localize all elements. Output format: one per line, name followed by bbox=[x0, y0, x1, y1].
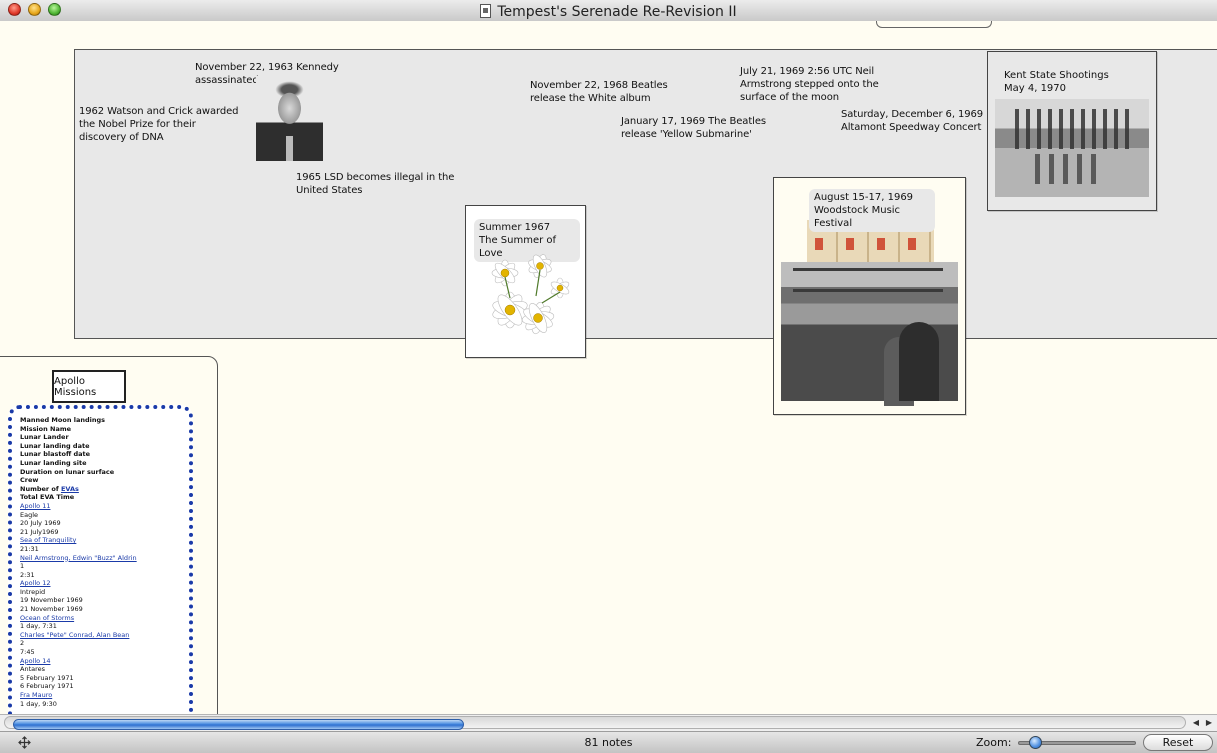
header-crew: Crew bbox=[20, 476, 39, 485]
header-number-evas: Number of EVAs bbox=[20, 485, 181, 494]
title-bar: Tempest's Serenade Re-Revision II bbox=[0, 0, 1217, 22]
apollo-row: Eagle bbox=[20, 510, 39, 519]
zoom-label: Zoom: bbox=[976, 736, 1012, 749]
offscreen-note-stub[interactable] bbox=[876, 21, 992, 28]
note-armstrong-moon[interactable]: July 21, 1969 2:56 UTC Neil Armstrong st… bbox=[740, 65, 879, 104]
arrow-right-icon[interactable]: ▶ bbox=[1203, 716, 1215, 729]
apollo-row: 21:31 bbox=[20, 544, 39, 553]
header-total-eva: Total EVA Time bbox=[20, 493, 75, 502]
header-lunar-lander: Lunar Lander bbox=[20, 433, 69, 442]
apollo-row: 1 day, 7:31 bbox=[20, 622, 57, 631]
apollo-row: 2 bbox=[20, 639, 25, 648]
apollo-row: 21 July1969 bbox=[20, 527, 59, 536]
apollo-row: 5 February 1971 bbox=[20, 673, 74, 682]
note-watson-crick[interactable]: 1962 Watson and Crick awarded the Nobel … bbox=[79, 105, 239, 144]
note-beatles-white-album[interactable]: November 22, 1968 Beatles release the Wh… bbox=[530, 79, 668, 105]
apollo-row[interactable]: Neil Armstrong, Edwin "Buzz" Aldrin bbox=[20, 554, 181, 563]
apollo-row: 20 July 1969 bbox=[20, 519, 61, 528]
apollo-row: 19 November 1969 bbox=[20, 596, 83, 605]
notes-canvas[interactable]: 1962 Watson and Crick awarded the Nobel … bbox=[0, 21, 1217, 714]
reset-button[interactable]: Reset bbox=[1143, 734, 1213, 751]
apollo-row[interactable]: Fra Mauro bbox=[20, 691, 181, 700]
apollo-missions-title[interactable]: Apollo Missions bbox=[52, 370, 126, 403]
status-bar: 81 notes Zoom: Reset bbox=[0, 731, 1217, 753]
evas-link[interactable]: EVAs bbox=[61, 485, 79, 493]
note-altamont[interactable]: Saturday, December 6, 1969 Altamont Spee… bbox=[841, 108, 983, 134]
daisies-image bbox=[491, 254, 570, 335]
kent-state-photo bbox=[995, 99, 1149, 197]
apollo-row: Antares bbox=[20, 665, 46, 674]
apollo-missions-table[interactable]: Manned Moon landings Mission Name Lunar … bbox=[8, 405, 193, 714]
apollo-row[interactable]: Ocean of Storms bbox=[20, 614, 181, 623]
apollo-row[interactable]: Apollo 11 bbox=[20, 502, 181, 511]
apollo-row: 1 day, 9:30 bbox=[20, 699, 57, 708]
note-beatles-yellow-submarine[interactable]: January 17, 1969 The Beatles release 'Ye… bbox=[621, 115, 766, 141]
apollo-row: 6 February 1971 bbox=[20, 682, 74, 691]
document-icon bbox=[480, 4, 492, 18]
arrow-left-icon[interactable]: ◀ bbox=[1190, 716, 1202, 729]
woodstock-card[interactable]: August 15-17, 1969 Woodstock Music Festi… bbox=[773, 177, 966, 415]
zoom-slider-knob[interactable] bbox=[1028, 736, 1042, 749]
horizontal-scrollbar[interactable]: ◀ ▶ bbox=[0, 714, 1217, 731]
apollo-row: 1 bbox=[20, 562, 25, 571]
apollo-row[interactable]: Charles "Pete" Conrad, Alan Bean bbox=[20, 631, 181, 640]
apollo-row: 7:45 bbox=[20, 648, 35, 657]
window-title-wrap: Tempest's Serenade Re-Revision II bbox=[0, 0, 1217, 21]
woodstock-label: August 15-17, 1969 Woodstock Music Festi… bbox=[809, 189, 935, 232]
apollo-row[interactable]: Apollo 14 bbox=[20, 657, 181, 666]
header-manned-landings: Manned Moon landings bbox=[20, 416, 105, 424]
scroll-thumb[interactable] bbox=[13, 719, 464, 730]
apollo-row[interactable]: Apollo 12 bbox=[20, 579, 181, 588]
kent-state-card[interactable]: Kent State Shootings May 4, 1970 bbox=[987, 51, 1157, 211]
evas-prefix: Number of bbox=[20, 484, 61, 493]
apollo-row[interactable]: Sea of Tranquility bbox=[20, 536, 181, 545]
scroll-track[interactable] bbox=[4, 716, 1186, 730]
apollo-row: 21 November 1969 bbox=[20, 605, 83, 614]
header-blastoff-date: Lunar blastoff date bbox=[20, 450, 91, 459]
header-landing-date: Lunar landing date bbox=[20, 441, 90, 450]
apollo-row: Intrepid bbox=[20, 587, 46, 596]
kent-state-label: Kent State Shootings May 4, 1970 bbox=[1004, 70, 1109, 94]
header-landing-site: Lunar landing site bbox=[20, 458, 87, 467]
kennedy-photo[interactable] bbox=[256, 76, 323, 161]
summer-of-love-card[interactable]: Summer 1967 The Summer of Love bbox=[465, 205, 586, 358]
note-lsd[interactable]: 1965 LSD becomes illegal in the United S… bbox=[296, 171, 454, 197]
apollo-row: 2:31 bbox=[20, 570, 35, 579]
window-title: Tempest's Serenade Re-Revision II bbox=[497, 4, 737, 20]
header-mission-name: Mission Name bbox=[20, 424, 72, 433]
apollo-rows: Apollo 11 Eagle 20 July 1969 21 July1969 Sea… bbox=[20, 502, 181, 708]
header-duration: Duration on lunar surface bbox=[20, 467, 115, 476]
woodstock-crowd-photo bbox=[781, 262, 958, 401]
